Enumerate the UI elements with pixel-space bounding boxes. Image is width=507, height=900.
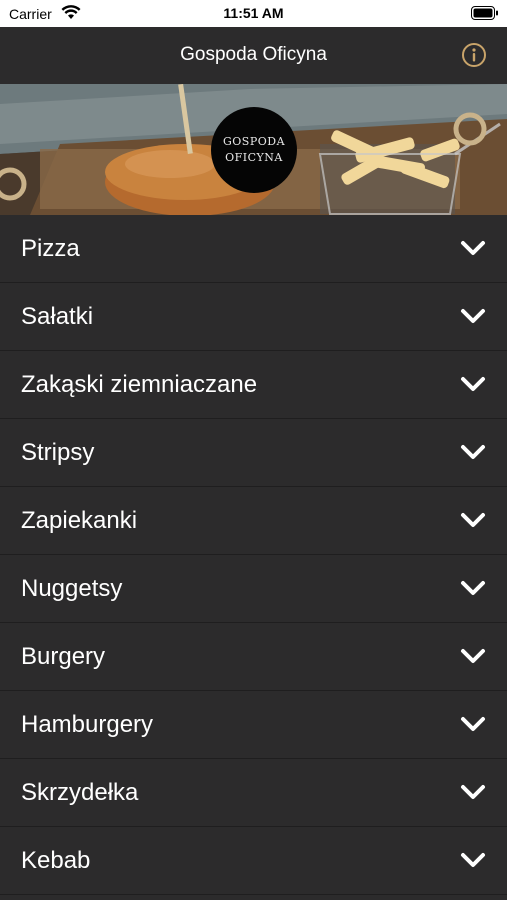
- menu-category-label: Nuggetsy: [21, 575, 123, 602]
- chevron-down-icon[interactable]: [460, 645, 486, 667]
- chevron-down-icon[interactable]: [460, 577, 486, 599]
- chevron-down-icon[interactable]: [460, 305, 486, 327]
- menu-category-burgery[interactable]: Burgery: [0, 623, 507, 691]
- logo-line-2: OFICYNA: [225, 151, 283, 164]
- menu-category-label: Kebab: [21, 847, 91, 874]
- hero-banner-image: GOSPODA OFICYNA: [0, 84, 507, 215]
- menu-category-zakaski-ziemniaczane[interactable]: Zakąski ziemniaczane: [0, 351, 507, 419]
- menu-category-label: Sałatki: [21, 303, 94, 330]
- menu-category-label: Pizza: [21, 235, 80, 262]
- clock: 11:51 AM: [223, 5, 284, 21]
- status-bar: Carrier 11:51 AM: [0, 0, 507, 27]
- chevron-down-icon[interactable]: [460, 713, 486, 735]
- menu-category-label: Stripsy: [21, 439, 95, 466]
- navigation-bar: Gospoda Oficyna: [0, 27, 507, 84]
- chevron-down-icon[interactable]: [460, 441, 486, 463]
- menu-category-pizza[interactable]: Pizza: [0, 215, 507, 283]
- menu-category-label: Skrzydełka: [21, 779, 139, 806]
- chevron-down-icon[interactable]: [460, 849, 486, 871]
- info-circle-icon[interactable]: [461, 42, 487, 68]
- restaurant-logo: GOSPODA OFICYNA: [211, 107, 297, 193]
- logo-line-1: GOSPODA: [222, 135, 286, 148]
- menu-category-skrzydelka[interactable]: Skrzydełka: [0, 759, 507, 827]
- menu-category-label: Burgery: [21, 643, 106, 670]
- menu-category-stripsy[interactable]: Stripsy: [0, 419, 507, 487]
- page-title: Gospoda Oficyna: [180, 44, 327, 65]
- menu-category-list: Pizza Sałatki Zakąski ziemniaczane Strip…: [0, 215, 507, 895]
- menu-category-kebab[interactable]: Kebab: [0, 827, 507, 895]
- menu-category-salatki[interactable]: Sałatki: [0, 283, 507, 351]
- menu-category-zapiekanki[interactable]: Zapiekanki: [0, 487, 507, 555]
- menu-category-label: Hamburgery: [21, 711, 154, 738]
- chevron-down-icon[interactable]: [460, 781, 486, 803]
- menu-category-label: Zapiekanki: [21, 507, 138, 534]
- chevron-down-icon[interactable]: [460, 237, 486, 259]
- menu-category-label: Zakąski ziemniaczane: [21, 371, 258, 398]
- chevron-down-icon[interactable]: [460, 509, 486, 531]
- menu-category-nuggetsy[interactable]: Nuggetsy: [0, 555, 507, 623]
- battery-icon: [471, 6, 498, 20]
- menu-category-hamburgery[interactable]: Hamburgery: [0, 691, 507, 759]
- chevron-down-icon[interactable]: [460, 373, 486, 395]
